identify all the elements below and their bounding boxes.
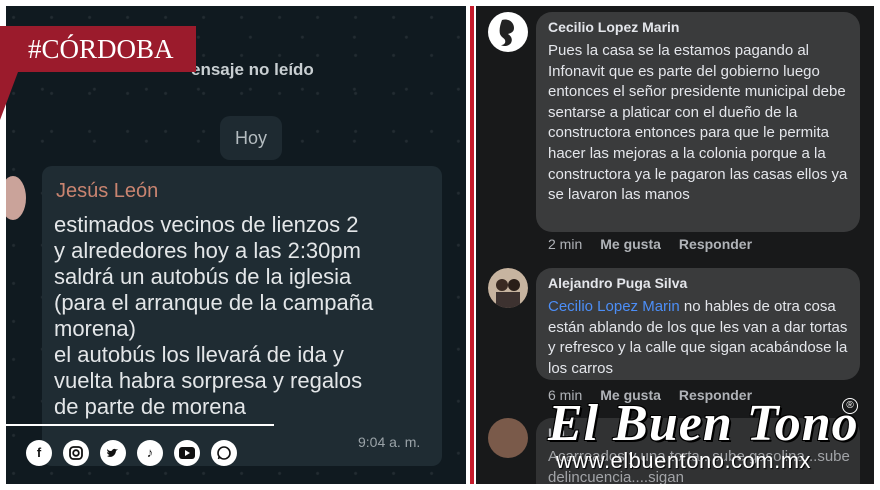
chat-screenshot: ensaje no leído Hoy Jesús León estimados… — [6, 6, 466, 484]
comment-bubble: Cecilio Lopez Marin Pues la casa se la e… — [536, 12, 860, 232]
avatar[interactable] — [488, 418, 528, 458]
comment-actions: 2 min Me gusta Responder — [548, 236, 752, 252]
avatar[interactable] — [488, 12, 528, 52]
registered-mark: ® — [842, 398, 858, 414]
hashtag-badge: #CÓRDOBA — [0, 26, 196, 72]
reply-button[interactable]: Responder — [679, 236, 752, 252]
facebook-icon[interactable]: f — [26, 440, 52, 466]
mention-link[interactable]: Cecilio Lopez Marin — [548, 298, 680, 315]
date-chip: Hoy — [220, 116, 282, 160]
like-button[interactable]: Me gusta — [600, 236, 661, 252]
unread-label: ensaje no leído — [191, 60, 314, 79]
tiktok-icon[interactable]: ♪ — [137, 440, 163, 466]
social-icons: f ♪ — [26, 440, 237, 466]
whatsapp-icon[interactable] — [211, 440, 237, 466]
comment-time: 2 min — [548, 236, 583, 252]
message-time: 9:04 a. m. — [358, 434, 421, 450]
divider-line — [0, 424, 274, 426]
message-text: estimados vecinos de lienzos 2 y alreded… — [54, 212, 374, 419]
el-buen-tono-logo: El Buen Tono — [548, 395, 859, 452]
comment-bubble: Alejandro Puga Silva Cecilio Lopez Marin… — [536, 268, 860, 380]
comment-text: Cecilio Lopez Marin no hables de otra co… — [548, 297, 852, 379]
red-divider — [470, 6, 474, 484]
hashtag-badge-tail — [0, 72, 18, 120]
twitter-icon[interactable] — [100, 440, 126, 466]
comment-text: Pues la casa se la estamos pagando al In… — [548, 42, 848, 204]
instagram-icon[interactable] — [63, 440, 89, 466]
message-sender: Jesús León — [56, 180, 159, 202]
avatar[interactable] — [488, 268, 528, 308]
comment-author[interactable]: Alejandro Puga Silva — [548, 275, 687, 291]
website-url: www.elbuentono.com.mx — [556, 448, 812, 473]
comment-author[interactable]: Cecilio Lopez Marin — [548, 19, 679, 35]
youtube-icon[interactable] — [174, 440, 200, 466]
